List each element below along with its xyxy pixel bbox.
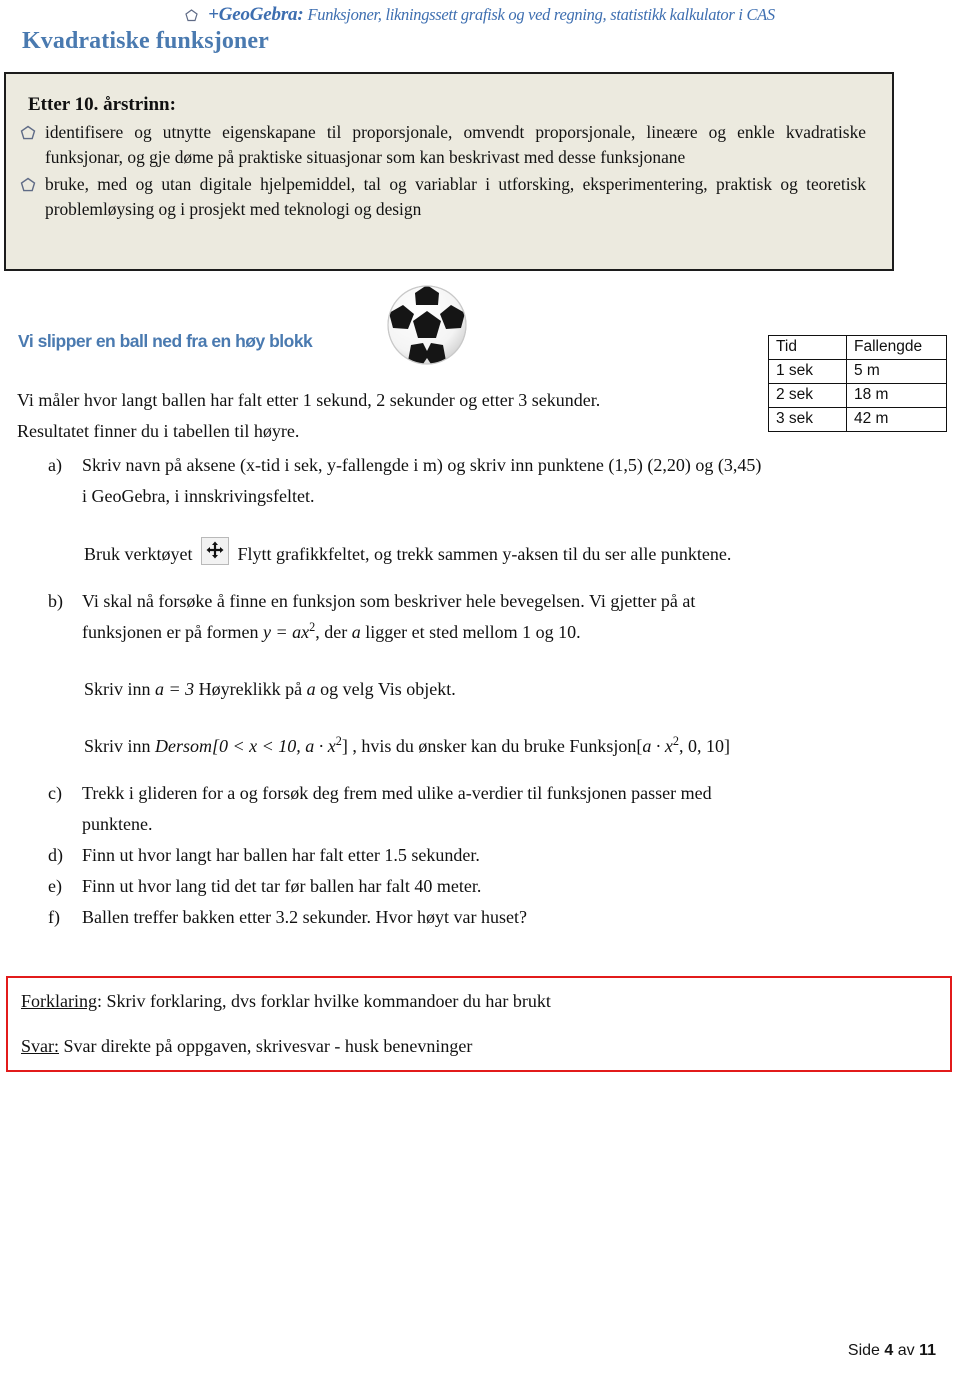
running-head: +GeoGebra: Funksjoner, likningssett graf… [0,4,960,26]
task-item-c: c) Trekk i glideren for a og forsøk deg … [48,778,938,840]
cell-tid: 3 sek [768,407,847,432]
move-graphics-view-icon[interactable] [200,537,229,565]
page-footer: Side 4 av 11 [848,1342,936,1360]
footer-middle: av [893,1342,920,1359]
task-a-line-1: Skriv navn på aksene (x-tid i sek, y-fal… [82,455,762,475]
task-c-line-1: Trekk i glideren for a og forsøk deg fre… [82,783,712,803]
task-body-e: Finn ut hvor lang tid det tar før ballen… [82,876,482,896]
fall-data-table: Tid Fallengde 1 sek 5 m 2 sek 18 m 3 sek… [768,335,947,432]
task-label-e: e) [48,876,62,896]
task-label-d: d) [48,845,63,865]
explanation-label: Forklaring [21,991,97,1011]
task-body-a: Skriv navn på aksene (x-tid i sek, y-fal… [82,450,938,512]
list-item: identifisere og utnytte eigenskapane til… [20,120,880,170]
pentagon-outline-icon [185,9,198,22]
cell-fallengde: 42 m [846,407,947,432]
task-item-e: e) Finn ut hvor lang tid det tar før bal… [48,871,938,902]
answer-line: Svar: Svar direkte på oppgaven, skrivesv… [21,1036,472,1057]
intro-heading: Vi slipper en ball ned fra en høy blokk [18,331,313,351]
running-head-subtitle: Funksjoner, likningssett grafisk og ved … [307,5,775,24]
task-label-a: a) [48,455,62,475]
answer-label: Svar: [21,1036,59,1056]
column-header-tid: Tid [768,335,847,360]
task-b-line4-part3: , 0, 10] [679,736,731,756]
measurement-line-2: Resultatet finner du i tabellen til høyr… [17,421,300,441]
column-header-fallengde: Fallengde [846,335,947,360]
cell-tid: 1 sek [768,359,847,384]
task-b-line3-part2: Høyreklikk på [194,679,307,699]
task-body-b: Vi skal nå forsøke å finne en funksjon s… [82,586,938,648]
goal-box-heading: Etter 10. årstrinn: [28,94,176,115]
task-b-formula: y = ax [262,622,310,642]
task-item-d: d) Finn ut hvor langt har ballen har fal… [48,840,938,871]
explanation-text: : Skriv forklaring, dvs forklar hvilke k… [97,991,551,1011]
tool-instruction-suffix: Flytt grafikkfeltet, og trekk sammen y-a… [237,544,732,564]
explanation-answer-box: Forklaring: Skriv forklaring, dvs forkla… [6,976,952,1072]
explanation-line: Forklaring: Skriv forklaring, dvs forkla… [21,991,551,1012]
task-item-a: a) Skriv navn på aksene (x-tid i sek, y-… [48,450,938,512]
page-title: Kvadratiske funksjoner [22,28,269,54]
task-b-line2-part2: , der [315,622,352,642]
answer-text: Svar direkte på oppgaven, skrivesvar - h… [59,1036,473,1056]
task-b-line2-part1: funksjonen er på formen [82,622,263,642]
footer-page-number: 4 [884,1342,894,1359]
cell-tid: 2 sek [768,383,847,408]
task-label-b: b) [48,591,63,611]
task-a-line-2: i GeoGebra, i innskrivingsfeltet. [82,486,315,506]
goal-list: identifisere og utnytte eigenskapane til… [20,120,880,224]
tool-instruction-line: Bruk verktøyet Flytt grafikkfeltet, og t… [48,537,938,570]
task-body-d: Finn ut hvor langt har ballen har falt e… [82,845,480,865]
task-b-line3-formula: a = 3 [155,679,195,699]
table-row: 1 sek 5 m [768,359,947,384]
task-b-subline-2: Skriv inn Dersom[0 < x < 10, a · x2] , h… [48,731,938,762]
task-b-line2-part3: ligger et sted mellom 1 og 10. [360,622,581,642]
soccer-ball-image [381,283,473,367]
table-header-row: Tid Fallengde [768,335,947,360]
measurement-line-1: Vi måler hvor langt ballen har falt ette… [17,390,601,410]
footer-total-pages: 11 [919,1342,936,1359]
competence-goal-box: Etter 10. årstrinn: identifisere og utny… [4,72,894,271]
task-c-line-2: punktene. [82,814,153,834]
task-list: a) Skriv navn på aksene (x-tid i sek, y-… [48,450,938,933]
measurement-paragraph: Vi måler hvor langt ballen har falt ette… [17,385,737,447]
task-body-f: Ballen treffer bakken etter 3.2 sekunder… [82,907,528,927]
running-head-brand: +GeoGebra: [208,4,304,25]
task-b-line3-part1: Skriv inn [84,679,156,699]
pentagon-outline-icon [20,125,36,141]
pentagon-outline-icon [20,177,36,193]
task-body-c: Trekk i glideren for a og forsøk deg fre… [82,778,938,840]
task-b-var: a [351,622,361,642]
task-b-line4-part1: Skriv inn [84,736,156,756]
task-b-line3-var: a [306,679,316,699]
task-b-line4-part2: ] , hvis du ønsker kan du bruke Funksjon… [341,736,643,756]
tool-instruction-prefix: Bruk verktøyet [84,544,193,564]
cell-fallengde: 5 m [846,359,947,384]
footer-prefix: Side [847,1342,885,1359]
task-b-line4-formula2: a · x [642,736,673,756]
table-row: 3 sek 42 m [768,407,947,432]
goal-item-text: bruke, med og utan digitale hjelpemiddel… [45,174,866,219]
task-b-line-1: Vi skal nå forsøke å finne en funksjon s… [82,591,696,611]
task-label-c: c) [48,783,62,803]
list-item: bruke, med og utan digitale hjelpemiddel… [20,172,880,222]
goal-item-text: identifisere og utnytte eigenskapane til… [45,122,866,167]
cell-fallengde: 18 m [846,383,947,408]
task-item-b: b) Vi skal nå forsøke å finne en funksjo… [48,586,938,648]
task-item-f: f) Ballen treffer bakken etter 3.2 sekun… [48,902,938,933]
task-b-subline-1: Skriv inn a = 3 Høyreklikk på a og velg … [48,674,938,705]
task-b-line-2: funksjonen er på formen y = ax2, der a l… [82,617,938,648]
task-b-line3-part3: og velg Vis objekt. [315,679,456,699]
task-b-line4-formula: Dersom[0 < x < 10, a · x [155,736,336,756]
table-row: 2 sek 18 m [768,383,947,408]
task-label-f: f) [48,907,60,927]
